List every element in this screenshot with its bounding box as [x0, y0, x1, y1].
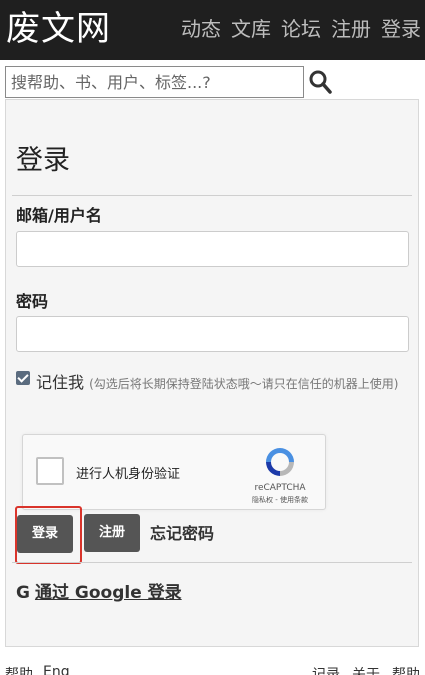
search-icon [309, 70, 332, 94]
google-login-link[interactable]: 通过 Google 登录 [35, 583, 182, 603]
search-button[interactable] [308, 68, 334, 96]
footer-about[interactable]: 关于 [352, 664, 380, 675]
nav-activity[interactable]: 动态 [181, 14, 221, 44]
recaptcha-brand: reCAPTCHA [254, 483, 306, 493]
footer-left: 帮助 Eng [5, 664, 70, 675]
top-nav: 动态 文库 论坛 注册 登录 [181, 14, 421, 44]
footer-help[interactable]: 帮助 [5, 664, 33, 675]
recaptcha-label: 进行人机身份验证 [76, 467, 181, 482]
nav-login[interactable]: 登录 [381, 14, 421, 44]
register-button[interactable]: 注册 [84, 514, 140, 552]
site-logo[interactable]: 废文网 [6, 8, 111, 50]
nav-forum[interactable]: 论坛 [281, 14, 321, 44]
remember-text: 记住我 (勾选后将长期保持登陆状态哦～请只在信任的机器上使用) [36, 368, 411, 399]
recaptcha-icon [266, 448, 294, 476]
footer: 帮助 Eng 记录 关于 帮助 [0, 660, 425, 675]
footer-language[interactable]: Eng [43, 664, 70, 675]
password-label: 密码 [16, 292, 49, 311]
login-panel: 登录 邮箱/用户名 密码 记住我 (勾选后将长期保持登陆状态哦～请只在信任的机器… [5, 99, 419, 647]
login-button[interactable]: 登录 [17, 515, 73, 553]
email-field[interactable] [16, 231, 409, 267]
divider [12, 562, 412, 563]
page-title: 登录 [16, 145, 70, 176]
forgot-password-link[interactable]: 忘记密码 [150, 520, 214, 544]
remember-checkbox[interactable] [16, 371, 30, 385]
search-input[interactable] [5, 66, 304, 98]
recaptcha-links[interactable]: 隐私权 - 使用条款 [239, 495, 321, 505]
password-field[interactable] [16, 316, 409, 352]
divider [12, 195, 412, 196]
google-icon: G [16, 583, 30, 603]
recaptcha-widget: 进行人机身份验证 reCAPTCHA 隐私权 - 使用条款 [22, 434, 326, 510]
remember-hint: (勾选后将长期保持登陆状态哦～请只在信任的机器上使用) [89, 377, 399, 391]
search-bar [5, 66, 420, 98]
footer-right: 记录 关于 帮助 [312, 664, 420, 675]
google-login[interactable]: G 通过 Google 登录 [16, 578, 182, 603]
footer-log[interactable]: 记录 [312, 664, 340, 675]
nav-library[interactable]: 文库 [231, 14, 271, 44]
top-bar: 废文网 动态 文库 论坛 注册 登录 [0, 0, 425, 60]
recaptcha-checkbox[interactable] [36, 457, 64, 485]
email-label: 邮箱/用户名 [16, 206, 102, 225]
nav-register[interactable]: 注册 [331, 14, 371, 44]
remember-label[interactable]: 记住我 [36, 373, 84, 392]
footer-help-right[interactable]: 帮助 [392, 664, 420, 675]
